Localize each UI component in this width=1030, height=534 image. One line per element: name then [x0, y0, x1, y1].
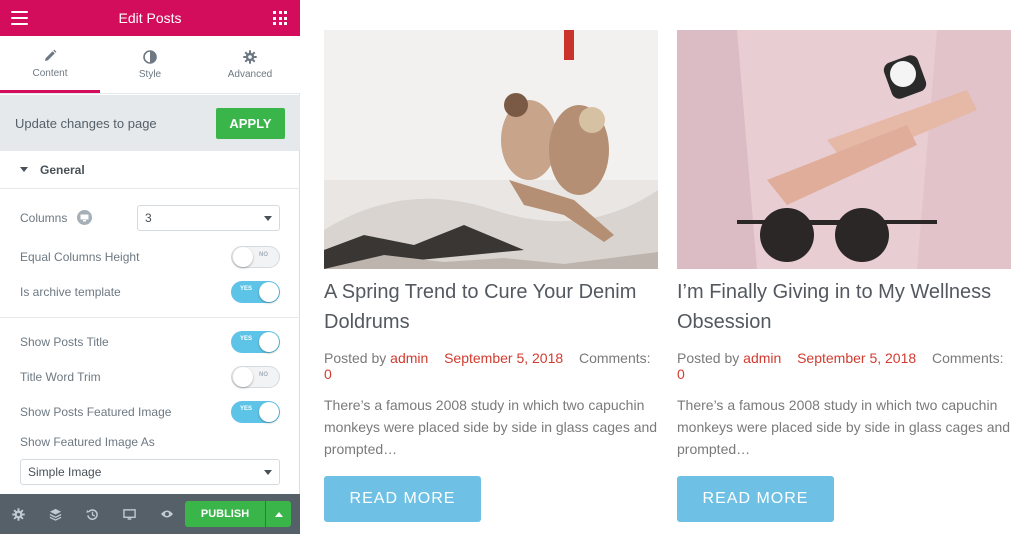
control-title-trim: Title Word Trim NO [20, 366, 280, 388]
navigator-layers-icon[interactable] [37, 494, 74, 534]
read-more-button[interactable]: READ MORE [324, 476, 481, 522]
show-featured-label: Show Posts Featured Image [20, 405, 172, 419]
featured-as-select[interactable]: Simple Image [20, 459, 280, 485]
caret-up-icon [274, 511, 283, 517]
switch-state-text: NO [259, 252, 268, 258]
apply-button[interactable]: APPLY [216, 107, 285, 139]
tab-advanced[interactable]: Advanced [200, 36, 300, 93]
tab-advanced-label: Advanced [227, 69, 273, 80]
switch-knob [259, 282, 279, 302]
editor-panel: Edit Posts Content Style Advanced Update… [0, 0, 300, 534]
equal-height-switch[interactable]: NO [231, 246, 280, 268]
post-card: I’m Finally Giving in to My Wellness Obs… [677, 30, 1011, 522]
chevron-down-icon [264, 469, 272, 475]
equal-height-label: Equal Columns Height [20, 250, 140, 264]
author-link[interactable]: admin [390, 350, 428, 366]
preview-eye-icon[interactable] [148, 494, 185, 534]
switch-knob [233, 247, 253, 267]
tab-content-label: Content [32, 67, 68, 79]
control-show-title: Show Posts Title YES [20, 331, 280, 353]
switch-knob [233, 367, 253, 387]
posted-by-label: Posted by [324, 350, 387, 366]
switch-state-text: YES [240, 406, 253, 412]
post-title-link[interactable]: I’m Finally Giving in to My Wellness Obs… [677, 277, 1011, 337]
posted-by-label: Posted by [677, 350, 740, 366]
post-featured-image[interactable] [324, 30, 658, 269]
columns-label: Columns [20, 211, 68, 225]
columns-label-wrap: Columns [20, 209, 92, 227]
panel-title: Edit Posts [118, 10, 182, 26]
author-link[interactable]: admin [743, 350, 781, 366]
control-equal-height: Equal Columns Height NO [20, 246, 280, 268]
contrast-icon [143, 49, 157, 65]
switch-state-text: YES [240, 286, 253, 292]
title-trim-label: Title Word Trim [20, 370, 101, 384]
control-columns: Columns 3 [20, 205, 280, 231]
pencil-icon [43, 48, 57, 64]
columns-select-value: 3 [145, 211, 152, 225]
elementor-editor: Edit Posts Content Style Advanced Update… [0, 0, 1030, 534]
comments-label: Comments: [578, 350, 651, 366]
update-changes-label: Update changes to page [15, 115, 157, 131]
title-trim-switch[interactable]: NO [231, 366, 280, 388]
panel-header: Edit Posts [0, 0, 300, 36]
switch-knob [259, 402, 279, 422]
settings-icon[interactable] [0, 494, 37, 534]
panel-tabs: Content Style Advanced [0, 36, 300, 94]
archive-template-label: Is archive template [20, 285, 121, 299]
section-general-title: General [40, 162, 85, 177]
panel-footer: PUBLISH [0, 494, 300, 534]
columns-select[interactable]: 3 [137, 205, 280, 231]
post-excerpt: There’s a famous 2008 study in which two… [677, 397, 1011, 457]
tab-style[interactable]: Style [100, 36, 200, 93]
publish-options-button[interactable] [266, 501, 291, 527]
post-date-link[interactable]: September 5, 2018 [444, 350, 563, 366]
hamburger-menu-icon[interactable] [11, 11, 28, 25]
post-meta: Posted by admin September 5, 2018 Commen… [324, 350, 658, 382]
section-divider [0, 317, 300, 318]
switch-state-text: YES [240, 336, 253, 342]
show-title-label: Show Posts Title [20, 335, 109, 349]
chevron-down-icon [264, 215, 272, 221]
show-featured-switch[interactable]: YES [231, 401, 280, 423]
control-show-featured: Show Posts Featured Image YES [20, 401, 280, 423]
responsive-desktop-icon[interactable] [111, 494, 148, 534]
post-excerpt: There’s a famous 2008 study in which two… [324, 397, 658, 457]
widgets-grid-icon[interactable] [273, 11, 287, 25]
control-featured-as-label: Show Featured Image As [20, 435, 280, 449]
gear-icon [243, 49, 257, 65]
tab-style-label: Style [138, 69, 162, 80]
switch-state-text: NO [259, 372, 268, 378]
publish-button[interactable]: PUBLISH [185, 501, 265, 527]
responsive-monitor-icon[interactable] [76, 210, 92, 226]
history-icon[interactable] [74, 494, 111, 534]
comments-label: Comments: [931, 350, 1004, 366]
post-title-link[interactable]: A Spring Trend to Cure Your Denim Doldru… [324, 277, 658, 337]
update-changes-bar: Update changes to page APPLY [0, 95, 300, 151]
caret-down-icon [20, 167, 28, 172]
post-card: A Spring Trend to Cure Your Denim Doldru… [324, 30, 658, 522]
control-archive-template: Is archive template YES [20, 281, 280, 303]
post-date-link[interactable]: September 5, 2018 [797, 350, 916, 366]
post-meta: Posted by admin September 5, 2018 Commen… [677, 350, 1011, 382]
featured-as-select-value: Simple Image [28, 465, 102, 479]
comments-count-link[interactable]: 0 [324, 366, 332, 382]
control-featured-as: Simple Image [20, 459, 280, 485]
archive-template-switch[interactable]: YES [231, 281, 280, 303]
tab-content[interactable]: Content [0, 36, 100, 93]
show-title-switch[interactable]: YES [231, 331, 280, 353]
read-more-button[interactable]: READ MORE [677, 476, 834, 522]
switch-knob [259, 332, 279, 352]
featured-as-label: Show Featured Image As [20, 435, 155, 449]
section-general-toggle[interactable]: General [0, 151, 300, 189]
post-featured-image[interactable] [677, 30, 1011, 269]
comments-count-link[interactable]: 0 [677, 366, 685, 382]
